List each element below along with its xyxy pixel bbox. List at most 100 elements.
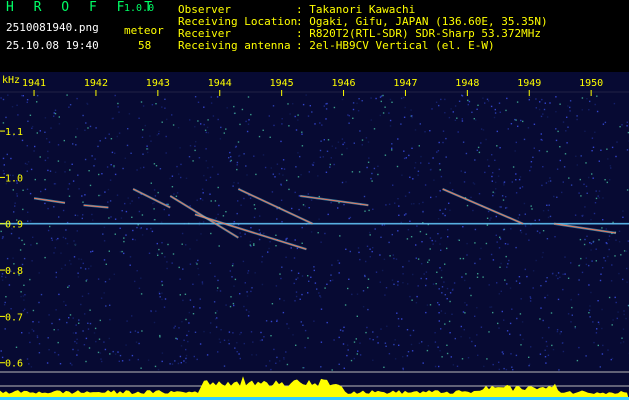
noise-dot [452, 288, 454, 290]
noise-dot [364, 210, 366, 212]
noise-dot [66, 321, 68, 324]
noise-dot [82, 330, 84, 332]
noise-dot [89, 309, 91, 311]
noise-dot [131, 216, 133, 218]
noise-dot [165, 152, 167, 154]
noise-dot [525, 233, 527, 235]
spectrogram: kHz 1.1 1.0 0.9 0.8 0.7 0.6 1941 1942 1943 1944 19… [0, 72, 629, 400]
noise-dot [623, 250, 626, 252]
noise-dot [515, 192, 518, 194]
noise-dot [26, 101, 28, 103]
noise-dot [210, 200, 212, 202]
noise-dot [23, 284, 25, 286]
noise-dot [402, 368, 404, 371]
noise-dot [590, 242, 593, 245]
noise-dot [177, 127, 180, 129]
noise-dot [275, 234, 277, 236]
noise-dot [428, 162, 430, 164]
noise-dot [320, 241, 322, 243]
noise-dot [293, 257, 296, 259]
noise-dot [503, 319, 505, 321]
noise-dot [503, 181, 506, 183]
noise-dot [408, 260, 410, 262]
noise-dot [300, 174, 302, 176]
noise-dot [295, 295, 298, 298]
noise-dot [611, 264, 613, 266]
noise-dot [444, 323, 446, 325]
noise-dot [276, 218, 278, 220]
noise-dot [304, 329, 307, 332]
noise-dot [68, 106, 70, 108]
noise-dot [594, 202, 597, 204]
noise-dot [132, 238, 134, 241]
noise-dot [194, 96, 197, 98]
noise-dot [80, 267, 82, 269]
noise-dot [498, 361, 500, 363]
noise-dot [240, 235, 242, 238]
noise-dot [119, 227, 121, 229]
noise-dot [559, 276, 561, 278]
noise-dot [283, 358, 285, 360]
noise-dot [331, 369, 333, 371]
noise-dot [475, 119, 477, 121]
noise-dot [211, 166, 214, 168]
noise-dot [367, 278, 370, 280]
noise-dot [426, 304, 429, 306]
noise-dot [358, 171, 361, 173]
noise-dot [154, 365, 157, 368]
noise-dot [29, 278, 31, 281]
noise-dot [356, 293, 359, 295]
noise-dot [64, 237, 67, 240]
noise-dot [326, 283, 328, 285]
noise-dot [541, 139, 543, 141]
x-tick-label: 1943 [146, 78, 170, 89]
noise-dot [1, 237, 4, 240]
noise-dot [498, 102, 501, 104]
noise-dot [366, 245, 369, 247]
noise-dot [593, 341, 595, 344]
noise-dot [136, 169, 138, 171]
noise-dot [4, 328, 6, 330]
noise-dot [158, 130, 160, 133]
noise-dot [418, 342, 421, 344]
noise-dot [11, 106, 14, 108]
noise-dot [349, 216, 352, 219]
noise-dot [570, 184, 573, 186]
noise-dot [325, 171, 328, 173]
noise-dot [359, 354, 362, 356]
noise-dot [127, 128, 129, 130]
noise-dot [369, 256, 371, 258]
noise-dot [269, 136, 271, 138]
noise-dot [569, 110, 571, 112]
noise-dot [184, 293, 187, 295]
noise-dot [283, 168, 286, 170]
noise-dot [228, 331, 231, 333]
noise-dot [274, 176, 276, 178]
noise-dot [2, 122, 5, 124]
noise-dot [231, 265, 234, 267]
noise-dot [485, 138, 487, 141]
noise-dot [449, 209, 451, 211]
noise-dot [377, 173, 379, 176]
noise-dot [530, 161, 533, 163]
noise-dot [75, 324, 77, 326]
noise-dot [88, 267, 90, 270]
noise-dot [158, 291, 160, 293]
noise-dot [338, 262, 341, 264]
noise-dot [622, 210, 624, 212]
noise-dot [462, 141, 465, 143]
noise-dot [327, 213, 329, 216]
noise-dot [396, 312, 398, 314]
noise-dot [100, 358, 102, 360]
header-panel: H R O F F T 1.0.0 2510081940.png 25.10.0… [0, 0, 629, 72]
noise-dot [47, 150, 49, 153]
noise-dot [55, 309, 57, 311]
noise-dot [581, 97, 584, 99]
noise-dot [598, 323, 600, 325]
noise-dot [417, 174, 419, 176]
noise-dot [415, 302, 418, 304]
noise-dot [202, 221, 205, 223]
noise-dot [251, 354, 253, 356]
noise-dot [403, 150, 405, 152]
noise-dot [622, 278, 624, 281]
